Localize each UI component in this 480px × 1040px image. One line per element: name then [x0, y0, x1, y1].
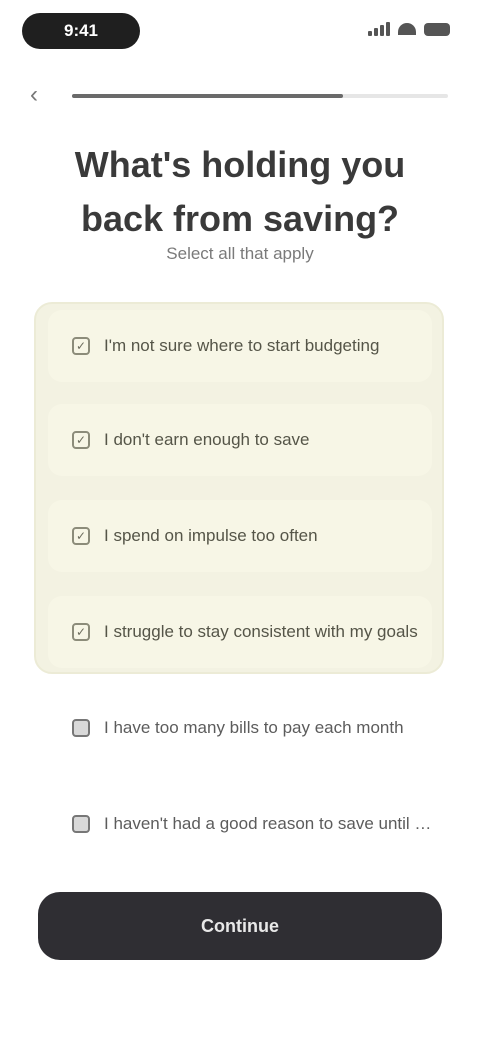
option-item[interactable]: I have too many bills to pay each month [48, 692, 432, 764]
status-time: 9:41 [22, 13, 140, 49]
progress-fill [72, 94, 343, 98]
option-item[interactable]: ✓ I spend on impulse too often [48, 500, 432, 572]
option-item[interactable]: ✓ I struggle to stay consistent with my … [48, 596, 432, 668]
option-label: I struggle to stay consistent with my go… [104, 622, 418, 641]
battery-icon [424, 22, 450, 36]
signal-icon [368, 22, 390, 36]
checkbox-icon [72, 815, 90, 833]
continue-button[interactable]: Continue [38, 892, 442, 960]
checkbox-checked-icon: ✓ [72, 431, 90, 449]
app-screen: 9:41 ‹ What's holding you back from savi… [0, 0, 480, 1040]
option-label: I haven't had a good reason to save unti… [104, 814, 432, 833]
option-item[interactable]: ✓ I don't earn enough to save [48, 404, 432, 476]
page-title: What's holding you back from saving? [74, 144, 406, 239]
option-item[interactable]: ✓ I'm not sure where to start budgeting [48, 310, 432, 382]
wifi-icon [398, 23, 416, 35]
option-label: I spend on impulse too often [104, 526, 318, 545]
page-subtitle: Select all that apply [166, 244, 314, 263]
option-label: I don't earn enough to save [104, 430, 310, 449]
status-icons [368, 22, 450, 36]
checkbox-checked-icon: ✓ [72, 337, 90, 355]
top-nav: ‹ [0, 72, 480, 120]
checkbox-checked-icon: ✓ [72, 623, 90, 641]
option-label: I'm not sure where to start budgeting [104, 336, 380, 355]
checkbox-checked-icon: ✓ [72, 527, 90, 545]
status-bar: 9:41 [0, 0, 480, 64]
progress-bar [72, 94, 448, 98]
checkbox-icon [72, 719, 90, 737]
chevron-left-icon[interactable]: ‹ [30, 83, 52, 107]
option-label: I have too many bills to pay each month [104, 718, 404, 737]
option-item[interactable]: I haven't had a good reason to save unti… [48, 788, 432, 860]
